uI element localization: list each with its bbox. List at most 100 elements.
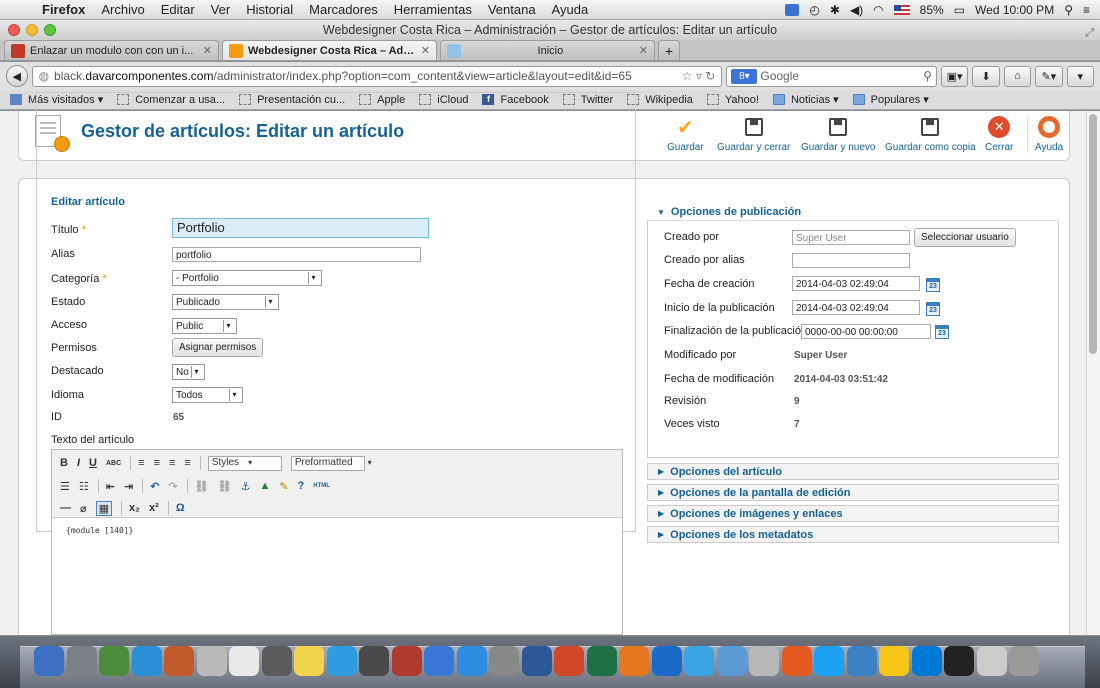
strikethrough-icon[interactable]: ABC <box>106 460 121 467</box>
align-justify-icon[interactable]: ≡ <box>184 457 190 469</box>
search-icon[interactable]: ⚲ <box>923 69 932 83</box>
tab-enlazar[interactable]: Enlazar un modulo con con un i... ✕ <box>4 40 219 60</box>
dock-app-icon[interactable] <box>326 646 357 676</box>
alias-input[interactable]: portfolio <box>172 247 421 262</box>
bookmark-yahoo[interactable]: Yahoo! <box>706 94 773 106</box>
dock-app-icon[interactable] <box>944 646 974 676</box>
guardar-nuevo-button[interactable]: Guardar y nuevo <box>801 115 876 153</box>
battery-percent[interactable]: 85% <box>920 3 944 17</box>
creado-por-input[interactable]: Super User <box>792 230 910 245</box>
dock-app-icon[interactable] <box>196 646 227 676</box>
format-select[interactable]: Preformatted ▾ <box>290 455 372 471</box>
dock-app-icon[interactable] <box>684 646 714 676</box>
window-zoom-icon[interactable] <box>44 24 56 36</box>
menu-editar[interactable]: Editar <box>153 2 203 17</box>
bookmark-noticias[interactable]: Noticias ▾ <box>772 93 853 106</box>
special-char-icon[interactable]: Ω <box>176 502 185 514</box>
ayuda-button[interactable]: Ayuda <box>1035 115 1063 153</box>
bookmark-populares[interactable]: Populares ▾ <box>852 93 943 106</box>
search-bar[interactable]: 8▾ Google ⚲ <box>726 65 937 87</box>
publication-options-header[interactable]: ▼ Opciones de publicación <box>647 204 1059 221</box>
tab-close-icon[interactable]: ✕ <box>639 44 648 57</box>
dock-app-icon[interactable] <box>489 646 519 676</box>
dock-app-icon[interactable] <box>229 646 259 676</box>
dock-app-icon[interactable] <box>1009 646 1039 676</box>
dropdown-icon[interactable]: ▿ <box>696 69 702 83</box>
menu-historial[interactable]: Historial <box>238 2 301 17</box>
align-right-icon[interactable]: ≡ <box>169 457 175 469</box>
star-icon[interactable]: ☆ <box>682 69 693 83</box>
dock-app-icon[interactable] <box>261 646 292 676</box>
numbered-list-icon[interactable]: ☷ <box>79 480 89 493</box>
menu-archivo[interactable]: Archivo <box>93 2 152 17</box>
menu-ventana[interactable]: Ventana <box>480 2 544 17</box>
guardar-copia-button[interactable]: Guardar como copia <box>885 115 976 153</box>
categoria-select[interactable]: - Portfolio ▾ <box>172 270 322 286</box>
guardar-button[interactable]: ✔ Guardar <box>667 115 704 154</box>
new-tab-button[interactable]: + <box>658 40 680 60</box>
addon-button[interactable]: ✎▾ <box>1035 65 1063 87</box>
dock-app-icon[interactable] <box>294 646 324 676</box>
clock[interactable]: Wed 10:00 PM <box>975 3 1054 17</box>
menu-herramientas[interactable]: Herramientas <box>386 2 480 17</box>
wifi-icon[interactable]: ◠ <box>873 3 883 17</box>
google-engine-icon[interactable]: 8▾ <box>731 68 758 84</box>
seleccionar-usuario-button[interactable]: Seleccionar usuario <box>914 228 1016 247</box>
dock-app-icon[interactable] <box>391 646 422 676</box>
horizontal-rule-icon[interactable]: — <box>60 502 71 514</box>
window-close-icon[interactable] <box>8 24 20 36</box>
remove-format-icon[interactable]: ⌀ <box>80 502 87 515</box>
outdent-icon[interactable]: ⇤ <box>106 480 115 493</box>
url-bar[interactable]: ◍ black. davarcomponentes.com/administrat… <box>31 65 723 87</box>
extension-button[interactable]: ▣▾ <box>940 65 969 87</box>
fecha-creacion-input[interactable]: 2014-04-03 02:49:04 <box>792 276 920 291</box>
calendar-icon[interactable]: 23 <box>926 278 940 292</box>
dock-app-icon[interactable] <box>781 646 812 676</box>
skype-status-icon[interactable] <box>785 3 800 16</box>
opciones-pantalla-header[interactable]: ▶ Opciones de la pantalla de edición <box>647 484 1059 501</box>
unlink-icon[interactable]: ⛓ <box>218 480 232 493</box>
menu-app[interactable]: Firefox <box>34 2 93 17</box>
time-machine-icon[interactable]: ◴ <box>809 3 819 17</box>
italic-icon[interactable]: I <box>77 457 80 469</box>
cleanup-icon[interactable]: ✎ <box>279 480 288 493</box>
dock-app-icon[interactable] <box>66 646 97 676</box>
menu-button[interactable]: ▾ <box>1066 65 1094 87</box>
tab-inicio[interactable]: Inicio ✕ <box>440 40 655 60</box>
acceso-select[interactable]: Public ▾ <box>172 318 237 334</box>
underline-icon[interactable]: U <box>89 457 97 469</box>
reload-icon[interactable]: ↻ <box>705 69 715 83</box>
dock-app-icon[interactable] <box>619 646 649 676</box>
dock-app-icon[interactable] <box>814 646 844 676</box>
dock-app-icon[interactable] <box>131 646 162 676</box>
dock-app-icon[interactable] <box>359 646 389 676</box>
calendar-icon[interactable]: 23 <box>926 302 940 316</box>
dock-app-icon[interactable] <box>34 646 64 676</box>
menu-marcadores[interactable]: Marcadores <box>301 2 386 17</box>
undo-icon[interactable]: ↶ <box>150 480 159 493</box>
battery-icon[interactable]: ▭ <box>954 3 965 17</box>
cerrar-button[interactable]: ✕ Cerrar <box>985 115 1013 153</box>
dock-app-icon[interactable] <box>976 646 1007 676</box>
bold-icon[interactable]: B <box>60 457 68 469</box>
downloads-button[interactable]: ⬇ <box>972 65 1000 87</box>
dock-app-icon[interactable] <box>879 646 909 676</box>
dock-app-icon[interactable] <box>521 646 552 676</box>
indent-icon[interactable]: ⇥ <box>124 480 133 493</box>
help-icon[interactable]: ? <box>298 480 305 492</box>
dock-app-icon[interactable] <box>846 646 877 676</box>
guardar-cerrar-button[interactable]: Guardar y cerrar <box>717 115 790 153</box>
html-icon[interactable]: HTML <box>313 483 330 489</box>
destacado-select[interactable]: No ▾ <box>172 364 205 380</box>
link-icon[interactable]: ⛓ <box>195 480 209 493</box>
dock-app-icon[interactable] <box>554 646 584 676</box>
calendar-icon[interactable]: 23 <box>935 325 949 339</box>
asignar-permisos-button[interactable]: Asignar permisos <box>172 338 264 357</box>
home-button[interactable]: ⌂ <box>1003 65 1032 87</box>
titulo-input[interactable]: Portfolio <box>172 218 429 238</box>
visual-aid-icon[interactable]: ▦ <box>95 500 113 516</box>
redo-icon[interactable]: ↷ <box>168 480 177 493</box>
align-center-icon[interactable]: ≡ <box>154 457 160 469</box>
back-button[interactable]: ◀ <box>6 65 28 87</box>
anchor-icon[interactable]: ⚓ <box>241 480 251 493</box>
